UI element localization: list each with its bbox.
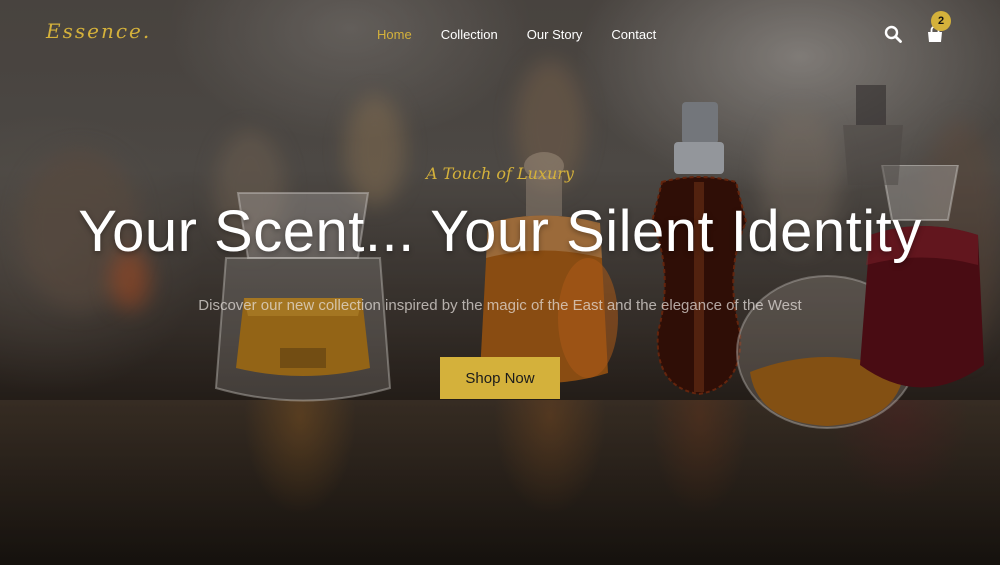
nav-item-contact[interactable]: Contact: [611, 27, 656, 42]
hero-subtitle: Discover our new collection inspired by …: [198, 297, 802, 314]
nav-item-collection[interactable]: Collection: [441, 27, 498, 42]
nav-item-our-story[interactable]: Our Story: [527, 27, 583, 42]
brand-logo[interactable]: Essence.: [46, 19, 151, 43]
cart-count-badge: 2: [931, 11, 951, 31]
search-icon[interactable]: [884, 25, 902, 43]
hero-background-image: [0, 0, 1000, 565]
shop-now-button[interactable]: Shop Now: [440, 357, 560, 399]
nav-item-home[interactable]: Home: [377, 27, 412, 42]
dark-overlay: [0, 0, 1000, 565]
hero-tagline: A Touch of Luxury: [426, 164, 574, 183]
main-navigation: Home Collection Our Story Contact: [377, 27, 685, 42]
hero-section: Essence. Home Collection Our Story Conta…: [0, 0, 1000, 565]
hero-headline: Your Scent... Your Silent Identity: [78, 199, 922, 264]
